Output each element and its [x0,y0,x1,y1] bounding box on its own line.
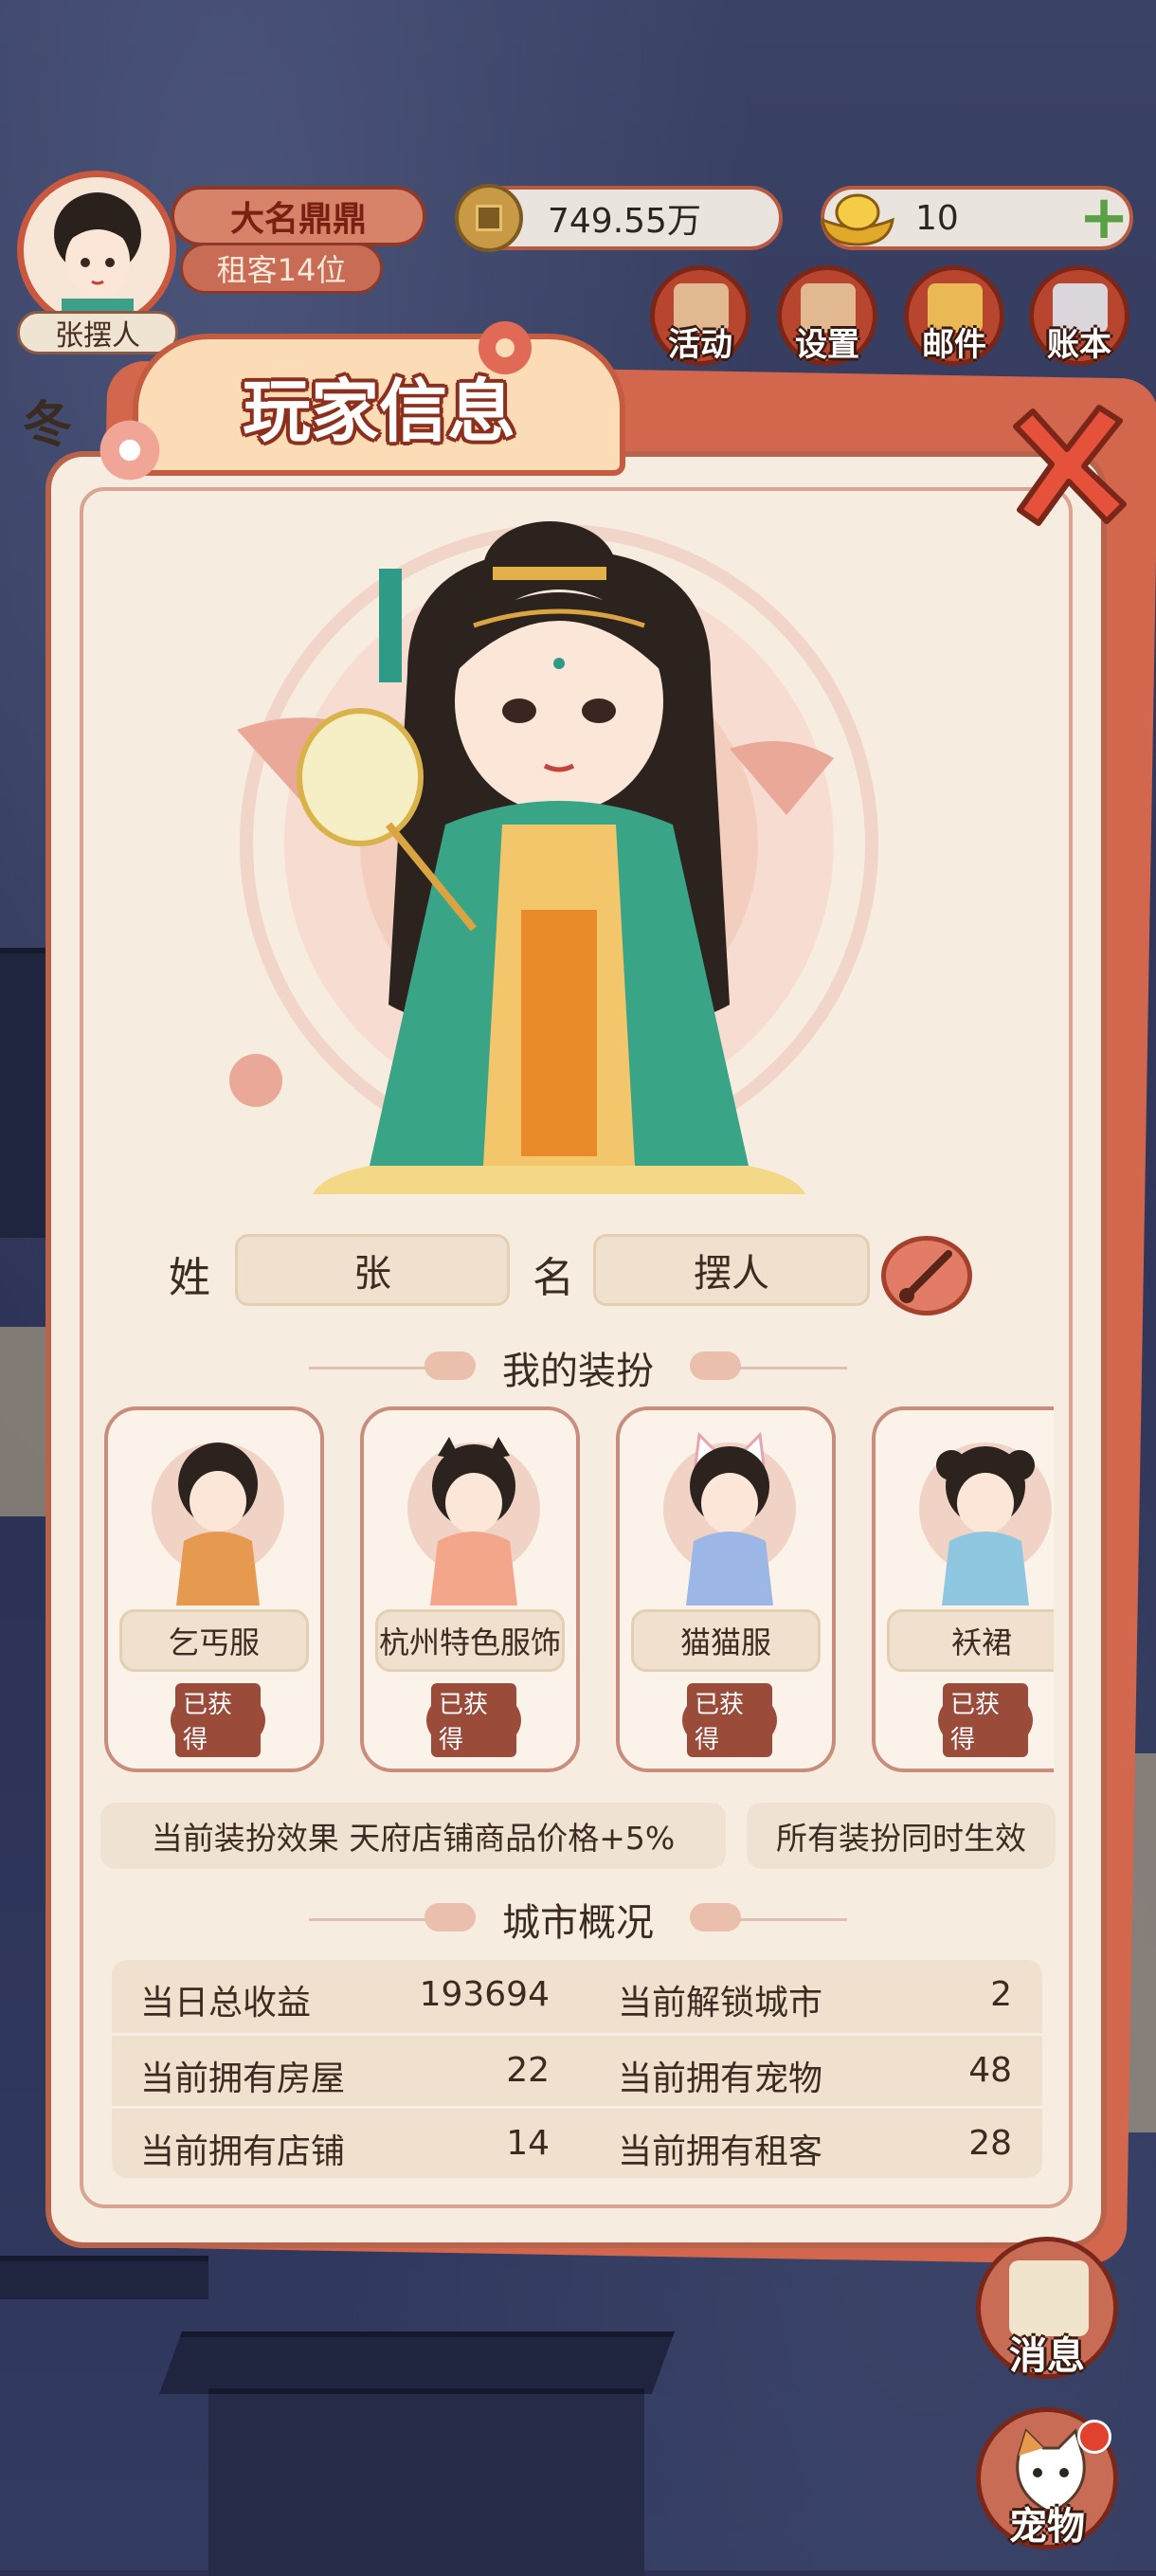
outfit-beggar-thumbnail [176,1442,260,1605]
brush-icon [899,1250,952,1303]
outfits-section-title: 我的装扮 [502,1350,654,1393]
player-rank-badge: 租客14位 [180,243,383,294]
outfit-card[interactable]: 袄裙 已获得 [872,1406,1054,1772]
panel-title-plate: 玩家信息 [133,334,625,476]
given-name-label: 名 [533,1254,574,1302]
mail-button[interactable]: 邮件 [904,265,1004,366]
player-avatar[interactable] [17,171,176,330]
stats-row: 当前拥有店铺 14 当前拥有租客 28 [112,2106,1042,2181]
stats-row: 当日总收益 193694 当前解锁城市 2 [140,1975,1012,2023]
outfit-name: 乞丐服 [119,1609,309,1672]
surname-field: 张 [235,1234,510,1306]
cloud-ornament [690,1351,741,1380]
copper-currency[interactable]: 749.55万 [455,184,783,252]
activity-button[interactable]: 活动 [650,265,750,366]
outfit-name: 袄裙 [887,1609,1054,1672]
outfit-effect-text: 当前装扮效果 天府店铺商品价格+5% [100,1803,726,1869]
pet-notification-dot [1077,2420,1111,2454]
surname-label: 姓 [169,1254,210,1302]
outfit-cat-thumbnail [686,1431,773,1605]
owned-stamp: 已获得 [682,1683,777,1757]
city-section-title: 城市概况 [502,1901,654,1945]
message-button[interactable]: 消息 [976,2237,1118,2379]
outfit-card[interactable]: 乞丐服 已获得 [104,1406,324,1772]
settings-button[interactable]: 设置 [777,265,877,366]
gold-amount: 10 [915,198,959,238]
outfit-aoqun-thumbnail [936,1446,1035,1605]
player-nickname: 张摆人 [17,311,178,354]
owned-stamp: 已获得 [171,1683,265,1757]
given-name-field: 摆人 [593,1234,870,1306]
outfit-carousel[interactable]: 乞丐服 已获得 杭州特色服饰 已获得 猫猫服 已获得 袄裙 已获得 [95,1393,1054,1782]
outfit-name: 杭州特色服饰 [375,1609,565,1672]
flower-icon [99,420,160,481]
outfit-hangzhou-thumbnail [430,1437,517,1605]
gold-ingot-icon [821,193,894,246]
copper-amount: 749.55万 [548,202,701,241]
player-character-portrait [229,521,878,1194]
ledger-button[interactable]: 账本 [1029,265,1129,366]
outfit-name: 猫猫服 [631,1609,821,1672]
city-stats-table: 当日总收益 193694 当前解锁城市 2 当前拥有房屋 22 当前拥有宠物 4… [112,1960,1042,2178]
flower-icon [479,321,532,374]
gold-currency: 10 + [821,186,1133,250]
close-icon[interactable] [995,398,1137,540]
cloud-ornament [690,1903,741,1932]
pet-button[interactable]: 宠物 [976,2407,1118,2549]
edit-name-button[interactable] [881,1236,972,1315]
outfit-effect-note: 所有装扮同时生效 [747,1803,1056,1869]
outfit-card[interactable]: 猫猫服 已获得 [616,1406,836,1772]
player-title-badge: 大名鼎鼎 [171,186,426,246]
outfit-card[interactable]: 杭州特色服饰 已获得 [360,1406,580,1772]
stats-row: 当前拥有房屋 22 当前拥有宠物 48 [112,2033,1042,2108]
owned-stamp: 已获得 [938,1683,1033,1757]
copper-coin-icon [455,184,523,252]
owned-stamp: 已获得 [426,1683,521,1757]
season-indicator: 冬 [23,397,73,454]
add-gold-button[interactable]: + [1073,188,1135,248]
